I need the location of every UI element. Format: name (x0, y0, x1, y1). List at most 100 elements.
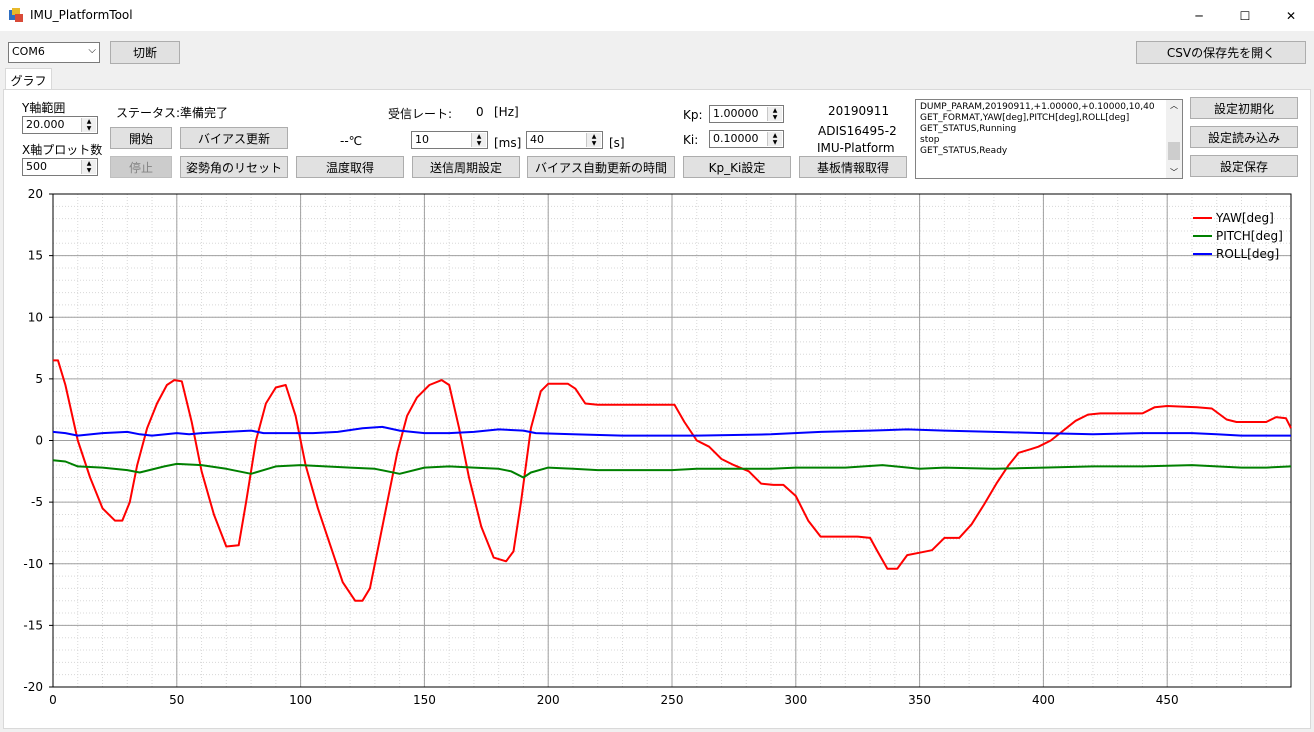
log-line: GET_FORMAT,YAW[deg],PITCH[deg],ROLL[deg] (920, 113, 1130, 123)
rate-value: 0 (476, 105, 484, 119)
x-tick-label: 250 (661, 693, 684, 707)
port-select[interactable]: COM6 ⌵ (8, 42, 100, 63)
down-arrow-icon[interactable]: ▼ (82, 167, 96, 174)
y-tick-label: -20 (23, 680, 43, 694)
y-tick-label: 0 (35, 434, 43, 448)
window-title: IMU_PlatformTool (30, 8, 133, 22)
reset-attitude-button[interactable]: 姿勢角のリセット (180, 156, 288, 178)
ki-value: 0.10000 (713, 132, 759, 145)
get-board-info-button[interactable]: 基板情報取得 (799, 156, 907, 178)
down-arrow-icon[interactable]: ▼ (768, 139, 782, 146)
x-points-input[interactable]: 500 ▲ ▼ (22, 158, 98, 176)
x-tick-label: 50 (169, 693, 184, 707)
y-tick-label: 20 (28, 187, 43, 201)
maximize-button[interactable]: ☐ (1222, 0, 1268, 31)
temperature-value: --℃ (340, 134, 363, 148)
scroll-up-icon[interactable]: ︿ (1166, 100, 1182, 111)
log-textbox[interactable]: DUMP_PARAM,20190911,+1.00000,+0.10000,10… (915, 99, 1183, 179)
period-unit: [ms] (494, 136, 522, 150)
get-temperature-button[interactable]: 温度取得 (296, 156, 404, 178)
disconnect-button[interactable]: 切断 (110, 41, 180, 64)
up-arrow-icon[interactable]: ▲ (82, 160, 96, 167)
up-arrow-icon[interactable]: ▲ (472, 133, 486, 140)
app-icon (9, 8, 23, 22)
down-arrow-icon[interactable]: ▼ (768, 114, 782, 121)
ki-spinner[interactable]: ▲ ▼ (767, 132, 782, 146)
minimize-button[interactable]: ─ (1176, 0, 1222, 31)
up-arrow-icon[interactable]: ▲ (768, 107, 782, 114)
sensor-chart: 0 50 100 150 200 250 300 350 400 45020151050-5-10… (23, 187, 1292, 707)
down-arrow-icon[interactable]: ▼ (587, 140, 601, 147)
x-points-label: X軸プロット数 (22, 143, 103, 157)
log-scrollbar[interactable]: ︿ ﹀ (1166, 100, 1182, 178)
load-settings-button[interactable]: 設定読み込み (1190, 126, 1298, 148)
board-date: 20190911 (828, 104, 890, 118)
init-settings-button[interactable]: 設定初期化 (1190, 97, 1298, 119)
scroll-down-icon[interactable]: ﹀ (1166, 167, 1182, 178)
board-name: IMU-Platform (817, 141, 895, 155)
log-line: GET_STATUS,Running (920, 124, 1017, 134)
chevron-down-icon: ⌵ (88, 45, 96, 56)
period-input[interactable]: 10 ▲ ▼ (411, 131, 488, 149)
y-tick-label: -15 (23, 618, 43, 632)
rate-unit: [Hz] (494, 105, 519, 119)
log-line: DUMP_PARAM,20190911,+1.00000,+0.10000,10… (920, 102, 1155, 112)
start-button[interactable]: 開始 (110, 127, 172, 149)
up-arrow-icon[interactable]: ▲ (587, 133, 601, 140)
bias-time-value: 40 (530, 133, 544, 146)
log-line: GET_STATUS,Ready (920, 146, 1008, 156)
y-tick-label: 15 (28, 249, 43, 263)
open-csv-folder-button[interactable]: CSVの保存先を開く (1136, 41, 1306, 64)
x-tick-label: 350 (908, 693, 931, 707)
y-range-label: Y軸範囲 (22, 101, 66, 115)
y-tick-label: 10 (28, 310, 43, 324)
title-bar (0, 0, 1314, 32)
y-range-input[interactable]: 20.000 ▲ ▼ (22, 116, 98, 134)
status-label: ステータス: (116, 106, 181, 120)
y-range-spinner[interactable]: ▲ ▼ (81, 118, 96, 132)
x-tick-label: 300 (784, 693, 807, 707)
stop-button[interactable]: 停止 (110, 156, 172, 178)
bias-time-spinner[interactable]: ▲ ▼ (586, 133, 601, 147)
y-tick-label: -10 (23, 557, 43, 571)
legend-label: ROLL[deg] (1216, 247, 1279, 261)
set-kp-ki-button[interactable]: Kp_Ki設定 (683, 156, 791, 178)
x-points-spinner[interactable]: ▲ ▼ (81, 160, 96, 174)
bias-update-button[interactable]: バイアス更新 (180, 127, 288, 149)
legend-label: PITCH[deg] (1216, 229, 1283, 243)
ki-label: Ki: (683, 133, 699, 147)
port-value: COM6 (12, 45, 45, 58)
scroll-thumb[interactable] (1168, 142, 1180, 160)
y-tick-label: 5 (35, 372, 43, 386)
x-points-value: 500 (26, 160, 47, 173)
bias-time-unit: [s] (609, 136, 625, 150)
kp-input[interactable]: 1.00000 ▲ ▼ (709, 105, 784, 123)
bias-time-input[interactable]: 40 ▲ ▼ (526, 131, 603, 149)
x-tick-label: 450 (1156, 693, 1179, 707)
up-arrow-icon[interactable]: ▲ (82, 118, 96, 125)
kp-value: 1.00000 (713, 107, 759, 120)
board-model: ADIS16495-2 (818, 124, 897, 138)
down-arrow-icon[interactable]: ▼ (82, 125, 96, 132)
log-line: stop (920, 135, 940, 145)
legend-label: YAW[deg] (1215, 211, 1274, 225)
x-tick-label: 200 (537, 693, 560, 707)
save-settings-button[interactable]: 設定保存 (1190, 155, 1298, 177)
bias-auto-time-button[interactable]: バイアス自動更新の時間 (527, 156, 675, 178)
x-tick-label: 150 (413, 693, 436, 707)
kp-label: Kp: (683, 108, 703, 122)
period-value: 10 (415, 133, 429, 146)
rate-label: 受信レート: (388, 107, 453, 121)
x-tick-label: 0 (49, 693, 57, 707)
period-spinner[interactable]: ▲ ▼ (471, 133, 486, 147)
ki-input[interactable]: 0.10000 ▲ ▼ (709, 130, 784, 148)
y-tick-label: -5 (31, 495, 43, 509)
tab-graph[interactable]: グラフ (5, 68, 52, 91)
x-tick-label: 400 (1032, 693, 1055, 707)
close-button[interactable]: ✕ (1268, 0, 1314, 31)
down-arrow-icon[interactable]: ▼ (472, 140, 486, 147)
set-period-button[interactable]: 送信周期設定 (412, 156, 520, 178)
up-arrow-icon[interactable]: ▲ (768, 132, 782, 139)
status-value: 準備完了 (180, 106, 229, 120)
kp-spinner[interactable]: ▲ ▼ (767, 107, 782, 121)
